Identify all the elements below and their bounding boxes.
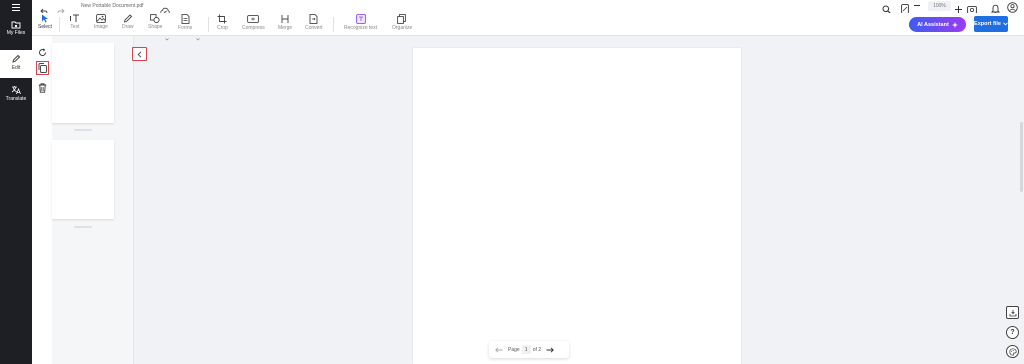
form-document-icon	[181, 14, 190, 24]
tool-select[interactable]: Select	[38, 14, 52, 35]
rail-item-label: My Files	[6, 30, 26, 36]
tool-organize[interactable]: Organize	[392, 14, 412, 35]
tool-label: Merge	[278, 25, 293, 31]
page-total: of 2	[532, 346, 542, 353]
rail-item-translate[interactable]: Translate	[0, 81, 32, 109]
document-title[interactable]: New Portable Document.pdf	[81, 3, 144, 9]
trash-icon	[38, 83, 47, 93]
inbox-download-icon	[1009, 309, 1016, 316]
tool-label: Convert	[305, 25, 323, 31]
tool-compress[interactable]: Compress	[242, 14, 265, 35]
tool-label: Crop	[217, 25, 228, 31]
delete-page-button[interactable]	[36, 81, 49, 95]
thumbnail-page-marker	[74, 129, 92, 131]
left-rail: My Files Edit Translate	[0, 0, 32, 364]
sparkle-icon	[951, 21, 958, 28]
tool-label: Forms	[178, 25, 193, 31]
rotate-icon	[39, 47, 46, 56]
page-number-input[interactable]: 1	[521, 345, 531, 354]
download-tray-button[interactable]	[1006, 306, 1019, 319]
page-navigator: Page 1 of 2	[489, 341, 569, 358]
translate-icon	[11, 86, 21, 95]
page-thumbnails-panel	[52, 36, 134, 364]
previous-page-icon[interactable]	[495, 346, 503, 353]
crop-icon	[217, 14, 227, 24]
rotate-page-button[interactable]	[36, 45, 49, 59]
tool-label: Image	[94, 24, 108, 30]
rail-item-label: Translate	[5, 96, 27, 102]
page-thumbnail[interactable]	[52, 140, 114, 219]
tool-shape[interactable]: Shape	[148, 14, 162, 35]
tool-merge[interactable]: Merge	[278, 14, 292, 35]
document-page-canvas[interactable]	[413, 48, 741, 364]
text-tool-icon	[70, 14, 79, 22]
tool-label: Shape	[148, 24, 163, 30]
image-icon	[96, 14, 106, 23]
ocr-scan-icon	[355, 14, 366, 24]
chevron-left-icon	[137, 50, 142, 58]
tool-label: Text	[70, 24, 80, 30]
export-file-label: Export file	[974, 21, 1001, 27]
compress-icon	[247, 15, 260, 23]
collapse-thumbnails-button[interactable]	[132, 47, 147, 61]
toolbar-divider	[208, 17, 209, 32]
page-thumbnail[interactable]	[52, 43, 114, 123]
rail-item-label: Edit	[11, 65, 21, 71]
toolbar-divider	[59, 17, 60, 32]
chevron-down-icon	[1003, 22, 1008, 26]
theme-palette-button[interactable]	[1006, 345, 1019, 358]
zoom-out-icon[interactable]	[914, 5, 920, 6]
next-page-icon[interactable]	[546, 346, 554, 353]
tool-forms[interactable]: Forms	[178, 14, 192, 35]
tool-label: Compress	[242, 25, 265, 31]
zoom-level[interactable]: 100%	[928, 1, 951, 11]
chevron-down-icon[interactable]	[165, 28, 169, 46]
tool-convert[interactable]: Convert	[305, 14, 323, 35]
rail-item-edit[interactable]: Edit	[0, 50, 32, 78]
tool-crop[interactable]: Crop	[217, 14, 228, 35]
convert-icon	[309, 14, 318, 24]
pencil-icon	[12, 54, 21, 63]
folder-icon	[11, 21, 21, 29]
thumbnail-page-marker	[74, 226, 92, 228]
pen-draw-icon	[123, 14, 132, 23]
tool-text[interactable]: Text	[70, 14, 80, 35]
cursor-arrow-icon	[41, 14, 48, 23]
question-mark-icon: ?	[1010, 329, 1015, 336]
merge-icon	[281, 15, 289, 23]
edit-toolbar: Select Text Image Draw Shape Forms Crop …	[32, 13, 1024, 41]
ai-assistant-label: AI Assistant	[917, 21, 949, 28]
tool-label: Recognize text	[344, 25, 378, 31]
hamburger-menu-icon[interactable]	[0, 0, 32, 14]
tool-image[interactable]: Image	[94, 14, 108, 35]
tool-label: Organize	[392, 25, 413, 31]
tool-label: Select	[38, 24, 52, 30]
thumbnail-side-tools	[32, 36, 52, 364]
tool-label: Draw	[122, 24, 134, 30]
page-label: Page	[508, 346, 520, 353]
organize-pages-icon	[397, 14, 406, 24]
copy-page-icon	[38, 63, 47, 73]
top-bar: New Portable Document.pdf 100%	[32, 0, 1024, 15]
help-button[interactable]: ?	[1006, 326, 1019, 339]
scrollbar-thumb[interactable]	[1020, 122, 1023, 192]
vertical-scrollbar[interactable]	[1019, 36, 1024, 364]
shapes-icon	[150, 14, 160, 23]
rail-item-my-files[interactable]: My Files	[0, 16, 32, 44]
palette-icon	[1008, 347, 1017, 356]
duplicate-page-button[interactable]	[36, 61, 49, 75]
ai-assistant-button[interactable]: AI Assistant	[909, 17, 966, 32]
tool-recognize-text[interactable]: Recognize text	[344, 14, 377, 35]
export-file-button[interactable]: Export file	[974, 16, 1008, 32]
tool-draw[interactable]: Draw	[122, 14, 134, 35]
toolbar-divider	[333, 17, 334, 32]
chevron-down-icon[interactable]	[196, 28, 200, 46]
